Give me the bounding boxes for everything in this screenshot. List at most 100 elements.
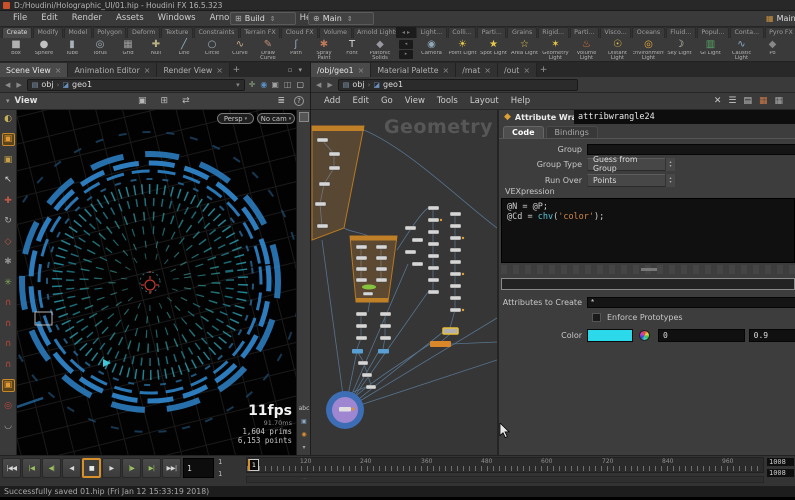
color-swatch[interactable]	[587, 329, 633, 342]
param-tab[interactable]: Bindings	[546, 126, 598, 138]
tool-icon[interactable]: ∩	[2, 338, 15, 351]
pane-tab[interactable]: Scene View ×	[0, 63, 68, 77]
transport-button[interactable]: |▶	[122, 458, 141, 478]
shelf-tool[interactable]: ✎ Draw Curve	[254, 38, 282, 61]
pane-tab[interactable]: Render View ×	[157, 63, 229, 77]
new-tab-button[interactable]: +	[537, 63, 550, 77]
shelf-tab[interactable]: Model	[64, 27, 92, 38]
shelf-scroll-right-icon[interactable]: ▸	[407, 29, 410, 36]
dropdown-spinner[interactable]: ▴▾	[665, 174, 675, 187]
frame-ruler[interactable]: 120240360480600720840960 1	[246, 457, 764, 473]
scene-viewport[interactable]: Persp ▾ No cam ▾ 11fps 91.70ms 1,604 pri…	[17, 110, 296, 455]
tool-icon[interactable]: ▣	[2, 153, 15, 166]
pane-tab[interactable]: /out ×	[498, 63, 537, 77]
shelf-tool[interactable]: ▥ GI Light	[695, 38, 726, 61]
shelf-tool[interactable]: ♨ Volume Light	[571, 38, 602, 61]
editor-resize-grip[interactable]	[501, 265, 795, 274]
tool-icon[interactable]: ◐	[2, 112, 15, 125]
layout-icon[interactable]: ▢	[296, 80, 304, 89]
transport-button[interactable]: ◀|	[42, 458, 61, 478]
blue-node[interactable]	[352, 349, 363, 354]
shelf-tab[interactable]: Pyro FX	[765, 27, 795, 38]
close-icon[interactable]: ×	[523, 66, 530, 75]
close-icon[interactable]: ×	[144, 66, 151, 75]
close-icon[interactable]: ×	[55, 66, 62, 75]
run-over-dropdown[interactable]: Points	[587, 174, 665, 187]
shelf-tab[interactable]: Terrain FX	[240, 27, 280, 38]
shelf-tool[interactable]: ★ Spot Light	[478, 38, 509, 61]
shelf-tab[interactable]: Modify	[33, 27, 63, 38]
shelf-tab[interactable]: Create	[2, 27, 32, 38]
color-wheel-icon[interactable]	[639, 330, 650, 341]
strip-icon[interactable]: ◉	[301, 431, 306, 438]
layout-icon[interactable]: ◫	[284, 80, 292, 89]
shelf-tab[interactable]: Parti...	[570, 27, 599, 38]
shelf-tab[interactable]: Light...	[416, 27, 447, 38]
shelf-tab[interactable]: Oceans	[632, 27, 664, 38]
selected-wrangle-node[interactable]	[443, 328, 458, 334]
toolbar-icon[interactable]: ▦	[774, 96, 783, 106]
shelf-tab[interactable]: Rigid...	[538, 27, 569, 38]
shelf-tool[interactable]: ✱ Spray Paint	[310, 38, 338, 61]
shelf-tab[interactable]: Colli...	[448, 27, 477, 38]
display-options-icon[interactable]: ≣	[277, 96, 285, 106]
back-icon[interactable]: ◀	[4, 81, 11, 89]
menu-item[interactable]: Edit	[34, 11, 64, 26]
strip-handle[interactable]	[299, 112, 309, 122]
shelf-tab[interactable]: Cloud FX	[281, 27, 318, 38]
range-start-values[interactable]: 11	[218, 458, 240, 478]
color-value-1[interactable]: 0	[658, 329, 745, 342]
shelf-tool[interactable]: ✶ Geometry Light	[540, 38, 571, 61]
transport-button[interactable]: ▶	[102, 458, 121, 478]
shelf-tool[interactable]: ʃ Path	[282, 38, 310, 61]
toolbar-icon[interactable]: ▦	[759, 96, 768, 106]
shelf-tool[interactable]: ○ Circle	[198, 38, 226, 61]
tool-icon[interactable]: ∩	[2, 297, 15, 310]
menu-item[interactable]: Tools	[431, 94, 464, 109]
tool-icon[interactable]: ✚	[2, 194, 15, 207]
shelf-scroll-left-icon[interactable]: ◂	[402, 29, 405, 36]
shelf-tool[interactable]: ◎ Environment Light	[633, 38, 664, 61]
shelf-tool[interactable]: ☆ Area Light	[509, 38, 540, 61]
shelf-tab[interactable]: Visco...	[600, 27, 631, 38]
shelf-tool[interactable]: ✚ Null	[142, 38, 170, 61]
orange-node[interactable]	[430, 341, 451, 347]
close-icon[interactable]: ×	[358, 66, 365, 75]
pane-square-icon[interactable]: ▫	[288, 66, 293, 74]
group-field[interactable]	[587, 144, 795, 155]
desktop-main-switcher[interactable]: ▦ Main	[762, 12, 795, 25]
shelf-tab[interactable]: Deform	[127, 27, 159, 38]
chevron-down-icon[interactable]: ▾	[236, 81, 240, 89]
menu-item[interactable]: File	[6, 11, 34, 26]
shelf-tab[interactable]: Arnold Lights	[353, 27, 397, 38]
strip-icon[interactable]: abc	[299, 405, 310, 412]
close-icon[interactable]: ×	[443, 66, 450, 75]
back-icon[interactable]: ◀	[315, 81, 322, 89]
close-icon[interactable]: ×	[484, 66, 491, 75]
new-tab-button[interactable]: +	[230, 63, 243, 77]
menu-item[interactable]: Assets	[109, 11, 151, 26]
shelf-tool[interactable]: ☀ Point Light	[447, 38, 478, 61]
shelf-scroll-boxes[interactable]: ◂▸	[396, 38, 416, 61]
tool-icon[interactable]: ◇	[2, 235, 15, 248]
tool-icon[interactable]: ↖	[2, 174, 15, 187]
shelf-tool[interactable]: ☉ Distant Light	[602, 38, 633, 61]
snippet-field[interactable]	[501, 278, 795, 290]
dropdown-spinner[interactable]: ▴▾	[665, 158, 675, 171]
tool-icon[interactable]: ▣	[2, 379, 15, 392]
view-icon[interactable]: ⇄	[182, 96, 190, 106]
timeline-scrollbar[interactable]: ⋯	[246, 476, 764, 483]
vex-code-editor[interactable]: @N = @P;@Cd = chv('color');	[501, 198, 795, 263]
shelf-tool[interactable]: ∿ Curve	[226, 38, 254, 61]
menu-item[interactable]: View	[399, 94, 431, 109]
shelf-tool[interactable]: ◆ Platonic Solids	[366, 38, 394, 61]
tool-icon[interactable]: ▣	[2, 133, 15, 146]
transport-button[interactable]: ■	[82, 458, 101, 478]
forward-icon[interactable]: ▶	[326, 81, 333, 89]
desktop-build-combo[interactable]: ⊞ Build ⇕	[230, 12, 296, 25]
shelf-tool[interactable]: T Font	[338, 38, 366, 61]
strip-icon[interactable]: ▣	[301, 418, 307, 425]
breadcrumb[interactable]: ▤ obj › ◪ geo1	[338, 79, 578, 91]
range-end-values[interactable]: 10081008	[766, 457, 795, 478]
tool-icon[interactable]: ✳	[2, 276, 15, 289]
